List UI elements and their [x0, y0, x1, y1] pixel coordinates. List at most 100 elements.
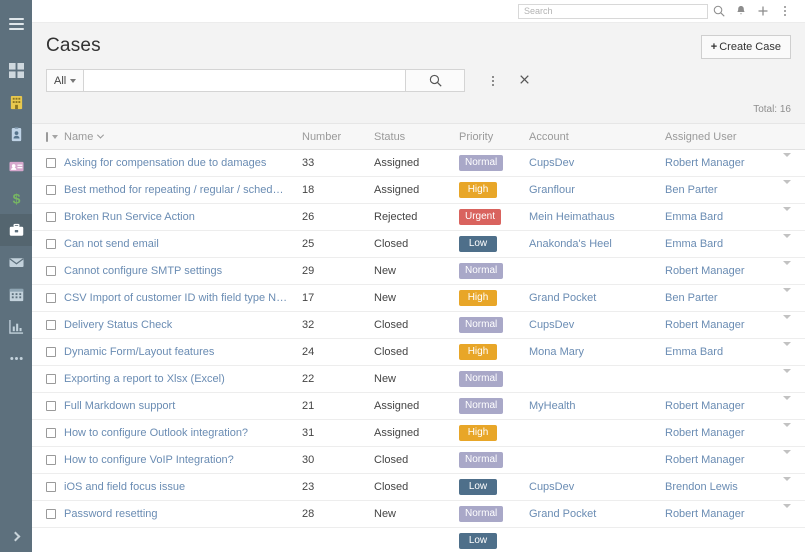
sidebar-item-dashboard[interactable] — [0, 54, 32, 86]
row-checkbox[interactable] — [46, 374, 56, 385]
row-actions-chevron-down-icon[interactable] — [783, 342, 791, 358]
case-name-link[interactable]: Best method for repeating / regular / sc… — [64, 184, 284, 196]
assigned-user-link[interactable]: Emma Bard — [665, 346, 723, 358]
assigned-user-link[interactable]: Robert Manager — [665, 508, 745, 520]
global-search-input[interactable] — [518, 3, 708, 19]
column-header-status[interactable]: Status — [370, 123, 455, 150]
row-actions-chevron-down-icon[interactable] — [783, 261, 791, 277]
case-name-link[interactable]: Exporting a report to Xlsx (Excel) — [64, 373, 225, 385]
sidebar-item-more[interactable] — [0, 342, 32, 374]
case-name-link[interactable]: Broken Run Service Action — [64, 211, 195, 223]
row-checkbox[interactable] — [46, 320, 56, 331]
row-checkbox[interactable] — [46, 185, 56, 196]
create-case-button[interactable]: + Create Case — [700, 35, 791, 59]
assigned-user-link[interactable]: Robert Manager — [665, 454, 745, 466]
row-actions-chevron-down-icon[interactable] — [783, 369, 791, 385]
sidebar-item-emails[interactable] — [0, 246, 32, 278]
column-header-name[interactable]: Name — [60, 123, 298, 150]
table-row[interactable]: How to configure VoIP Integration? 30 Clos… — [32, 446, 805, 474]
account-link[interactable]: CupsDev — [529, 319, 574, 331]
row-checkbox[interactable] — [46, 509, 56, 520]
bell-icon[interactable] — [730, 0, 752, 22]
assigned-user-link[interactable]: Robert Manager — [665, 157, 745, 169]
sidebar-item-hamburger-menu[interactable] — [0, 8, 32, 40]
case-name-link[interactable]: iOS and field focus issue — [64, 481, 185, 493]
row-checkbox[interactable] — [46, 428, 56, 439]
column-header-number[interactable]: Number — [298, 123, 370, 150]
search-scope-dropdown[interactable]: All — [46, 69, 85, 92]
account-link[interactable]: Grand Pocket — [529, 292, 596, 304]
assigned-user-link[interactable]: Robert Manager — [665, 319, 745, 331]
sidebar-item-contacts[interactable] — [0, 118, 32, 150]
row-actions-chevron-down-icon[interactable] — [783, 504, 791, 520]
case-name-link[interactable]: Full Markdown support — [64, 400, 175, 412]
search-options-kebab-button[interactable] — [481, 69, 505, 92]
row-actions-chevron-down-icon[interactable] — [783, 423, 791, 439]
row-actions-chevron-down-icon[interactable] — [783, 207, 791, 223]
column-header-assigned-user[interactable]: Assigned User — [661, 123, 779, 150]
assigned-user-link[interactable]: Emma Bard — [665, 211, 723, 223]
account-link[interactable]: CupsDev — [529, 157, 574, 169]
case-name-link[interactable]: Delivery Status Check — [64, 319, 172, 331]
table-row[interactable]: iOS and field focus issue 23 Closed Low Cups… — [32, 473, 805, 501]
case-name-link[interactable]: CSV Import of customer ID with field typ… — [64, 292, 287, 304]
row-checkbox[interactable] — [46, 455, 56, 466]
table-row[interactable]: Dynamic Form/Layout features 24 Closed High… — [32, 338, 805, 366]
clear-search-button[interactable] — [519, 74, 530, 87]
case-name-link[interactable]: Can not send email — [64, 238, 159, 250]
row-actions-chevron-down-icon[interactable] — [783, 396, 791, 412]
row-checkbox[interactable] — [46, 158, 56, 169]
select-all-checkbox[interactable] — [46, 131, 48, 142]
table-row[interactable]: Broken Run Service Action 26 Rejected Urgen… — [32, 203, 805, 231]
case-name-link[interactable]: Cannot configure SMTP settings — [64, 265, 222, 277]
row-checkbox[interactable] — [46, 482, 56, 493]
case-name-link[interactable]: Password resetting — [64, 508, 158, 520]
column-header-account[interactable]: Account — [525, 123, 661, 150]
row-checkbox[interactable] — [46, 212, 56, 223]
assigned-user-link[interactable]: Robert Manager — [665, 265, 745, 277]
account-link[interactable]: CupsDev — [529, 481, 574, 493]
table-row[interactable]: Cannot configure SMTP settings 29 New Norma… — [32, 257, 805, 285]
sidebar-item-opportunities[interactable]: $ — [0, 182, 32, 214]
row-actions-chevron-down-icon[interactable] — [783, 180, 791, 196]
row-actions-chevron-down-icon[interactable] — [783, 153, 791, 169]
table-row[interactable]: Delivery Status Check 32 Closed Normal CupsD… — [32, 311, 805, 339]
sidebar-item-calendar[interactable] — [0, 278, 32, 310]
search-submit-button[interactable] — [406, 69, 466, 92]
kebab-menu-icon[interactable] — [774, 0, 796, 22]
case-name-link[interactable]: How to configure Outlook integration? — [64, 427, 248, 439]
table-row[interactable]: Low — [32, 527, 805, 552]
table-row[interactable]: Best method for repeating / regular / sc… — [32, 176, 805, 204]
search-input[interactable] — [84, 69, 407, 92]
sidebar-item-leads[interactable] — [0, 150, 32, 182]
column-header-priority[interactable]: Priority — [455, 123, 525, 150]
sidebar-item-accounts[interactable] — [0, 86, 32, 118]
table-row[interactable]: Exporting a report to Xlsx (Excel) 22 New N… — [32, 365, 805, 393]
account-link[interactable]: Mein Heimathaus — [529, 211, 615, 223]
assigned-user-link[interactable]: Ben Parter — [665, 292, 718, 304]
row-checkbox[interactable] — [46, 239, 56, 250]
row-actions-chevron-down-icon[interactable] — [783, 450, 791, 466]
search-icon[interactable] — [708, 0, 730, 22]
plus-icon[interactable] — [752, 0, 774, 22]
row-checkbox[interactable] — [46, 266, 56, 277]
table-row[interactable]: CSV Import of customer ID with field typ… — [32, 284, 805, 312]
row-actions-chevron-down-icon[interactable] — [783, 234, 791, 250]
chevron-down-icon[interactable] — [52, 134, 58, 139]
account-link[interactable]: MyHealth — [529, 400, 575, 412]
sidebar-item-reports[interactable] — [0, 310, 32, 342]
row-actions-chevron-down-icon[interactable] — [783, 477, 791, 493]
row-checkbox[interactable] — [46, 347, 56, 358]
row-actions-chevron-down-icon[interactable] — [783, 288, 791, 304]
case-name-link[interactable]: Dynamic Form/Layout features — [64, 346, 214, 358]
case-name-link[interactable]: Asking for compensation due to damages — [64, 157, 266, 169]
table-row[interactable]: Asking for compensation due to damages 33… — [32, 149, 805, 177]
assigned-user-link[interactable]: Robert Manager — [665, 400, 745, 412]
table-row[interactable]: How to configure Outlook integration? 31 A… — [32, 419, 805, 447]
account-link[interactable]: Grand Pocket — [529, 508, 596, 520]
account-link[interactable]: Anakonda's Heel — [529, 238, 612, 250]
row-checkbox[interactable] — [46, 401, 56, 412]
sidebar-expand-button[interactable] — [0, 524, 32, 548]
account-link[interactable]: Granflour — [529, 184, 575, 196]
assigned-user-link[interactable]: Brendon Lewis — [665, 481, 738, 493]
